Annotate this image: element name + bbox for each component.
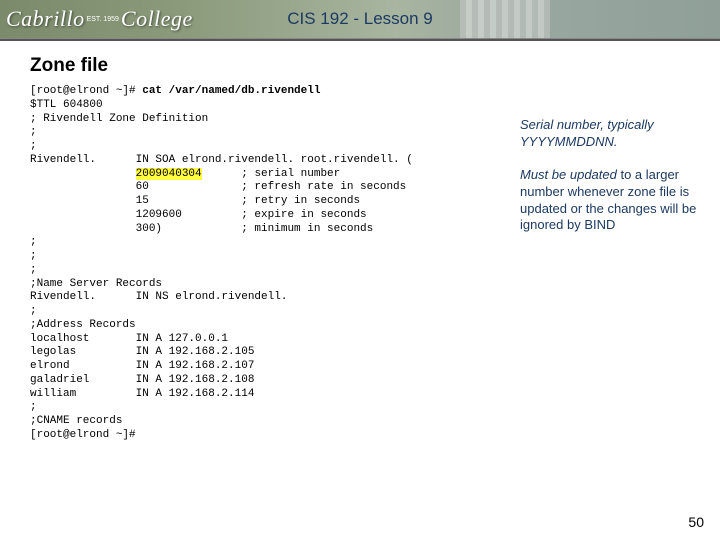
serial-highlight: 2009040304 — [136, 168, 202, 180]
term-line: galadriel IN A 192.168.2.108 — [30, 374, 254, 386]
logo-text-right: College — [121, 6, 193, 32]
slide-number: 50 — [688, 514, 704, 530]
logo-est: EST. 1959 — [87, 16, 119, 23]
term-line: ;Address Records — [30, 319, 136, 331]
term-line: ; — [30, 126, 37, 138]
slide-header: Cabrillo EST. 1959 College CIS 192 - Les… — [0, 0, 720, 39]
callout-note: Serial number, typically YYYYMMDDNN. Mus… — [520, 117, 720, 234]
term-line: legolas IN A 192.168.2.105 — [30, 346, 254, 358]
term-line: elrond IN A 192.168.2.107 — [30, 360, 254, 372]
college-logo: Cabrillo EST. 1959 College — [6, 4, 193, 34]
term-line: ;Name Server Records — [30, 278, 162, 290]
term-line: ; Rivendell Zone Definition — [30, 113, 208, 125]
term-line: 60 ; refresh rate in seconds — [30, 181, 406, 193]
slide-content: [root@elrond ~]# cat /var/named/db.riven… — [30, 85, 720, 443]
term-line: ; — [30, 401, 37, 413]
callout-p2-em: Must be updated — [520, 167, 617, 182]
term-line: ;CNAME records — [30, 415, 122, 427]
term-line: ; — [30, 140, 37, 152]
term-line: localhost IN A 127.0.0.1 — [30, 333, 228, 345]
term-line: ; — [30, 250, 37, 262]
term-line: Rivendell. IN SOA elrond.rivendell. root… — [30, 154, 413, 166]
term-line: ; — [30, 305, 37, 317]
term-line: [root@elrond ~]# — [30, 429, 136, 441]
header-divider — [0, 39, 720, 41]
header-pillars-decoration — [460, 0, 550, 38]
command: cat /var/named/db.rivendell — [142, 85, 320, 97]
slide-title: Zone file — [30, 55, 720, 77]
term-line: 1209600 ; expire in seconds — [30, 209, 367, 221]
logo-text-left: Cabrillo — [6, 6, 85, 32]
callout-p2: Must be updated to a larger number whene… — [520, 167, 720, 235]
term-line: 300) ; minimum in seconds — [30, 223, 373, 235]
term-line: ; — [30, 264, 37, 276]
term-line: ; serial number — [202, 168, 341, 180]
term-line: william IN A 192.168.2.114 — [30, 388, 254, 400]
term-line: Rivendell. IN NS elrond.rivendell. — [30, 291, 287, 303]
term-line: 15 ; retry in seconds — [30, 195, 360, 207]
term-line: $TTL 604800 — [30, 99, 103, 111]
term-line: ; — [30, 236, 37, 248]
prompt: [root@elrond ~]# — [30, 85, 142, 97]
callout-p1: Serial number, typically YYYYMMDDNN. — [520, 117, 720, 151]
